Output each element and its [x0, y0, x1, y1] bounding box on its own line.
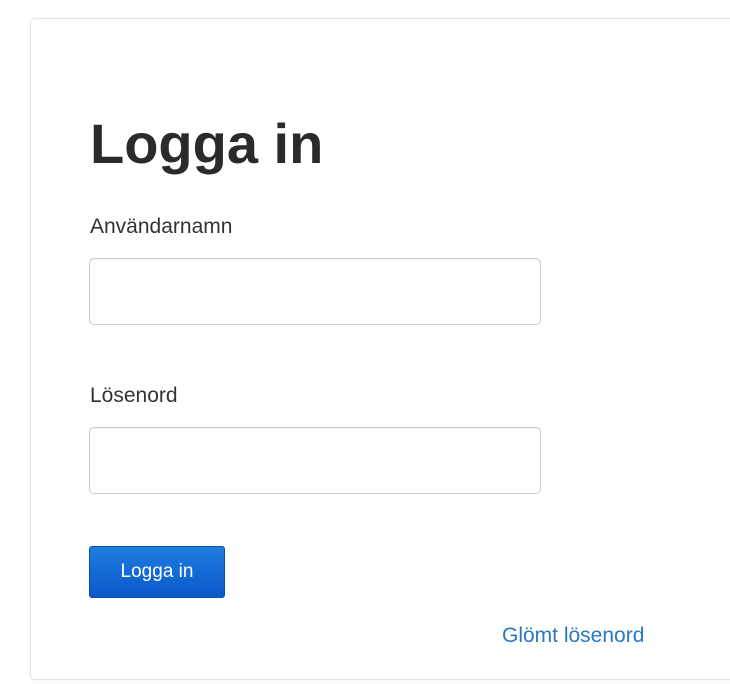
password-label: Lösenord	[90, 384, 178, 407]
password-input[interactable]	[89, 427, 541, 494]
username-input[interactable]	[89, 258, 541, 325]
page: Logga in Användarnamn Lösenord Logga in …	[0, 0, 730, 684]
login-button[interactable]: Logga in	[89, 546, 225, 598]
page-title: Logga in	[90, 112, 324, 175]
username-label: Användarnamn	[90, 215, 233, 238]
forgot-password-link[interactable]: Glömt lösenord	[502, 622, 644, 650]
